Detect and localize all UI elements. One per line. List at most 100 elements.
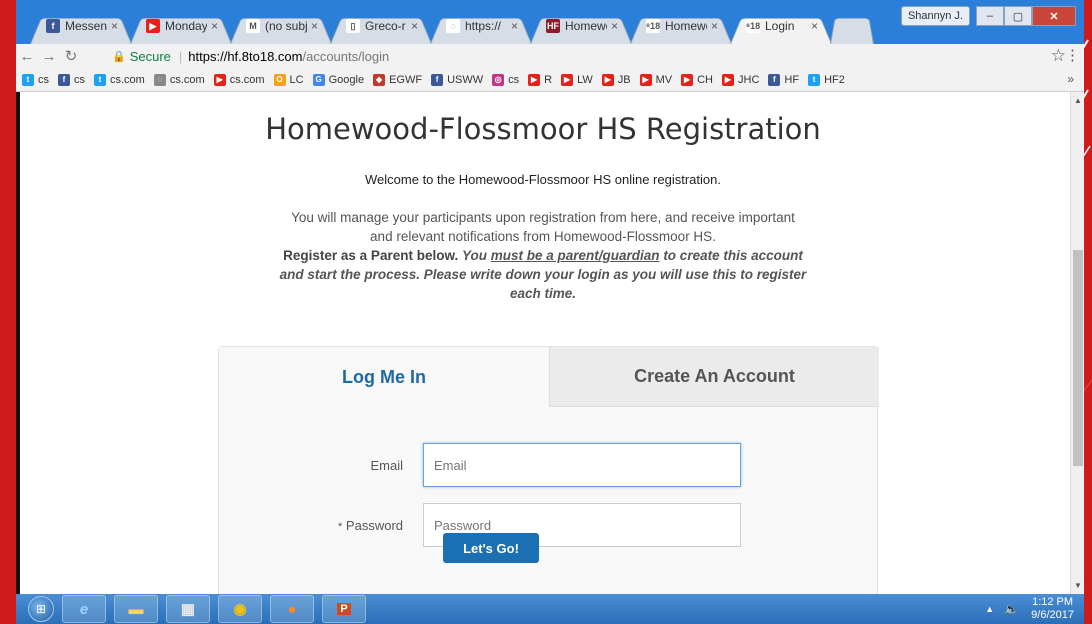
password-label: Password [345,517,403,533]
browser-tab[interactable]: HF Homewo × [524,8,638,44]
bookmark-label: cs [38,73,49,86]
tab-close-icon[interactable]: × [411,19,418,33]
volume-icon[interactable]: 🔈 [1004,602,1019,616]
bookmark-item[interactable]: f HF [768,73,799,86]
browser-tab[interactable]: f Messeng × [24,8,138,44]
taskbar-internet-explorer[interactable]: e [62,595,106,623]
page-left-edge [16,92,20,594]
welcome-text: Welcome to the Homewood-Flossmoor HS onl… [365,172,721,187]
chrome-icon: ◉ [233,601,247,618]
taskbar-chrome[interactable]: ◉ [218,595,262,623]
bookmark-item[interactable]: ▶ CH [681,73,713,86]
facebook-icon: f [768,73,781,86]
browser-tab[interactable]: ⁸18 Homewo × [624,8,738,44]
clock-date: 9/6/2017 [1031,609,1074,621]
egwf-icon: ◆ [373,73,386,86]
bookmark-item[interactable]: f USWW [431,73,483,86]
tab-close-icon[interactable]: × [811,19,818,33]
windows-taskbar: ⊞ e ▬ ▦ ◉ ● P ▲ 🔈 1:12 PM 9/6/2017 [16,594,1084,624]
twitter-icon: t [22,73,34,86]
browser-tab[interactable]: ▯ Greco-r × [324,8,438,44]
taskbar-file-explorer[interactable]: ▬ [114,595,158,623]
browser-tab-label: (no subj [265,19,307,33]
bookmark-label: Google [328,73,365,86]
taskbar-firefox[interactable]: ● [270,595,314,623]
browser-tab[interactable]: ▶ Monday × [124,8,238,44]
tab-close-icon[interactable]: × [611,19,618,33]
tab-close-icon[interactable]: × [511,19,518,33]
window-controls: Shannyn J. – ▢ ✕ [900,6,1076,26]
intro-register-text: Register as a Parent below. [283,248,459,263]
address-bar[interactable]: 🔒 Secure | https://hf.8to18.com /account… [112,46,1054,66]
tab-close-icon[interactable]: × [111,19,118,33]
intro-text: You will manage your participants upon r… [278,208,808,303]
bookmark-item[interactable]: ◆ EGWF [373,73,422,86]
more-bookmarks-icon[interactable]: » [1067,72,1074,86]
bookmark-label: JHC [738,73,760,86]
facebook-icon: f [46,19,60,33]
facebook-icon: f [58,73,70,86]
forward-button[interactable]: → [38,48,60,65]
calculator-icon: ▦ [180,601,196,618]
tab-create-account[interactable]: Create An Account [549,347,879,407]
bookmark-star-icon[interactable]: ☆ [1051,46,1066,66]
bookmark-item[interactable]: O LC [273,73,304,86]
bookmark-label: R [544,73,553,86]
windows-logo-icon: ⊞ [35,602,47,616]
tray-expand-icon[interactable]: ▲ [985,604,994,614]
lets-go-button[interactable]: Let's Go! [443,533,539,563]
bookmark-label: MV [655,73,673,86]
bookmark-item[interactable]: ▶ LW [561,73,593,86]
bookmark-item[interactable]: t cs [22,73,49,86]
taskbar-powerpoint[interactable]: P [322,595,366,623]
menu-icon[interactable]: ⋮ [1065,46,1080,64]
youtube-icon: ▶ [528,73,541,86]
clock[interactable]: 1:12 PM 9/6/2017 [1031,596,1074,622]
browser-tab[interactable]: ◌ https:// × [424,8,538,44]
close-window-button[interactable]: ✕ [1032,6,1076,26]
bookmark-item[interactable]: ▶ JHC [722,73,760,86]
bookmark-item[interactable]: t HF2 [808,73,845,86]
url-host: https://hf.8to18.com [188,48,303,64]
profile-button[interactable]: Shannyn J. [900,6,970,26]
bookmark-item[interactable]: ◎ cs [492,73,520,86]
new-tab-button[interactable] [824,8,880,44]
scroll-thumb[interactable] [1073,250,1083,466]
intro-you: You [461,248,487,263]
powerpoint-icon: P [337,603,351,615]
bookmark-item[interactable]: ▶ MV [639,73,673,86]
back-button[interactable]: ← [16,48,38,65]
system-tray: ▲ 🔈 1:12 PM 9/6/2017 [985,596,1074,622]
bookmark-item[interactable]: ▶ JB [601,73,631,86]
tab-log-me-in[interactable]: Log Me In [219,347,549,407]
bookmark-item[interactable]: ◌ cs.com [153,73,205,86]
minimize-button[interactable]: – [976,6,1004,26]
browser-tab-label: Messeng [65,19,107,33]
youtube-icon: ▶ [681,73,694,86]
bookmark-label: cs.com [169,73,205,86]
email-label: Email [370,457,403,473]
globe-icon: ◌ [446,19,460,33]
browser-tab[interactable]: M (no subj × [224,8,338,44]
bookmark-item[interactable]: f cs [58,73,85,86]
taskbar-calculator[interactable]: ▦ [166,595,210,623]
scroll-down-icon[interactable]: ▼ [1074,581,1082,590]
bookmark-item[interactable]: ▶ R [528,73,553,86]
email-input[interactable] [423,443,741,487]
browser-tab[interactable]: ⁸18 Login × [724,8,838,44]
page-scrollbar[interactable]: ▲ ▼ [1070,92,1084,594]
bookmark-item[interactable]: ▶ cs.com [213,73,265,86]
tab-close-icon[interactable]: × [311,19,318,33]
bookmark-item[interactable]: G Google [312,73,365,86]
tab-close-icon[interactable]: × [211,19,218,33]
bookmark-label: cs [508,73,520,86]
start-button[interactable]: ⊞ [28,596,54,622]
8to18-icon: ⁸18 [645,19,661,33]
bookmark-item[interactable]: t cs.com [94,73,145,86]
maximize-button[interactable]: ▢ [1004,6,1032,26]
reload-button[interactable]: ↻ [60,47,82,65]
8to18-icon: ⁸18 [745,19,761,33]
bookmark-label: cs.com [110,73,145,86]
scroll-up-icon[interactable]: ▲ [1074,96,1082,105]
tab-close-icon[interactable]: × [711,19,718,33]
